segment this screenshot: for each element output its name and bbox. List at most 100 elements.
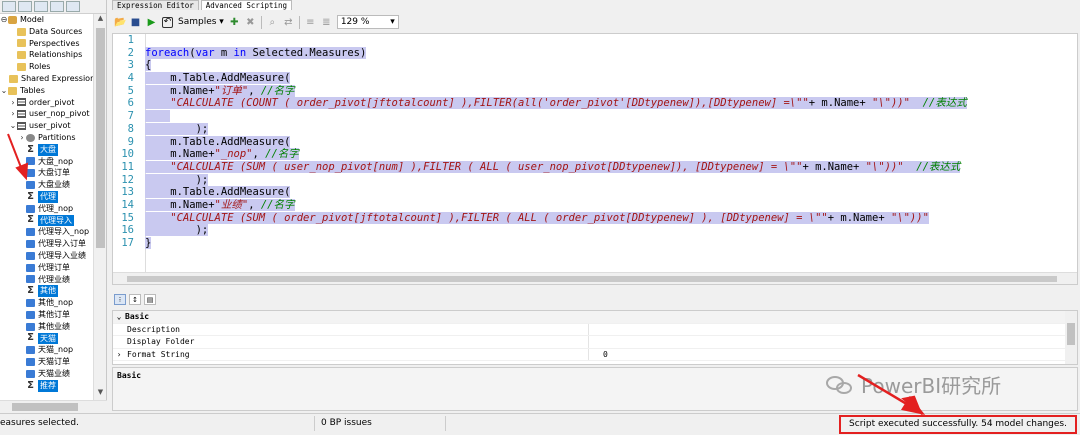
code-line[interactable]: "CALCULATE (COUNT ( order_pivot[jftotalc… [145, 97, 1077, 110]
tree-node[interactable]: ⌄ Tables [0, 85, 93, 97]
tree-node[interactable]: Σ 其他 [0, 285, 93, 298]
tree-node[interactable]: › Partitions [0, 132, 93, 144]
add-icon[interactable]: ✚ [229, 17, 240, 28]
code-line[interactable]: } [145, 237, 1077, 250]
uncomment-icon[interactable]: ≣ [321, 17, 332, 28]
property-pages-button[interactable]: ▤ [144, 293, 156, 305]
tab-advanced-scripting[interactable]: Advanced Scripting [200, 0, 293, 10]
tree-node[interactable]: Σ 推荐 [0, 379, 93, 392]
tree-node[interactable]: ⊖ Model [0, 14, 93, 26]
tree-node[interactable]: › order_pivot [0, 97, 93, 109]
comment-icon[interactable]: ≡ [305, 17, 316, 28]
replace-icon[interactable]: ⇄ [283, 17, 294, 28]
tree-node[interactable]: 天猫订单 [0, 356, 93, 368]
tree-node[interactable]: 代理订单 [0, 262, 93, 274]
code-line[interactable]: m.Table.AddMeasure( [145, 186, 1077, 199]
tab-expression-editor[interactable]: Expression Editor [112, 0, 199, 10]
bp-issues-status[interactable]: 0 BP issues [314, 416, 446, 431]
property-category[interactable]: ⌄ Basic [113, 311, 1077, 324]
tree-node[interactable]: Σ 大盘 [0, 143, 93, 156]
filter-button[interactable] [66, 1, 80, 12]
samples-dropdown[interactable]: Samples ▾ [178, 17, 224, 27]
code-area[interactable]: foreach(var m in Selected.Measures){ m.T… [145, 34, 1077, 284]
tree-node[interactable]: 代理导入订单 [0, 238, 93, 250]
code-line[interactable]: m.Name+"订单", //名字 [145, 84, 1077, 98]
tree-horizontal-scrollbar[interactable] [0, 400, 107, 412]
show-hidden-button[interactable] [2, 1, 16, 12]
tree-node[interactable]: 其他_nop [0, 297, 93, 309]
expander-icon[interactable]: ⌄ [0, 85, 8, 97]
tree-node[interactable]: 其他业绩 [0, 321, 93, 333]
tree-node[interactable]: Shared Expressions [0, 73, 93, 85]
expander-icon[interactable]: ⌄ [9, 120, 17, 132]
tree-node[interactable]: Perspectives [0, 38, 93, 50]
tree-node[interactable]: 代理导入业绩 [0, 250, 93, 262]
tree-node[interactable]: Σ 代理导入 [0, 214, 93, 227]
tree-node[interactable]: ⌄ user_pivot [0, 120, 93, 132]
code-line[interactable]: m.Table.AddMeasure( [145, 135, 1077, 149]
tree-node[interactable]: › user_nop_pivot [0, 108, 93, 120]
delete-icon[interactable]: ✖ [245, 17, 256, 28]
scroll-up-icon[interactable]: ▲ [94, 14, 107, 26]
save-icon[interactable]: ■ [130, 17, 141, 28]
show-columns-button[interactable] [50, 1, 64, 12]
search-icon[interactable]: ⌕ [267, 17, 278, 28]
open-file-icon[interactable]: 📂 [114, 17, 126, 28]
tree-node[interactable]: Roles [0, 61, 93, 73]
scroll-down-icon[interactable]: ▼ [94, 388, 107, 400]
code-line[interactable]: "CALCULATE (SUM ( user_nop_pivot[num] ),… [145, 160, 1077, 174]
show-folders-button[interactable] [18, 1, 32, 12]
tree-node[interactable]: 其他订单 [0, 309, 93, 321]
tree-node[interactable]: Data Sources [0, 26, 93, 38]
scroll-thumb[interactable] [12, 403, 78, 411]
code-line[interactable] [145, 110, 1077, 123]
code-line[interactable]: foreach(var m in Selected.Measures) [145, 46, 1077, 60]
expander-icon[interactable]: › [18, 132, 26, 144]
tree-node[interactable]: 代理_nop [0, 203, 93, 215]
code-line[interactable]: ); [145, 224, 1077, 237]
code-line[interactable]: { [145, 59, 1077, 72]
zoom-select[interactable]: 129 % ▾ [336, 15, 399, 29]
expand-icon[interactable]: › [113, 349, 125, 361]
tree-node[interactable]: 大盘_nop [0, 156, 93, 168]
property-value[interactable] [589, 336, 603, 348]
editor-horizontal-scrollbar[interactable] [113, 272, 1077, 284]
tree-node[interactable]: Σ 天猫 [0, 332, 93, 345]
tree-node[interactable]: 代理导入_nop [0, 226, 93, 238]
tree-node[interactable]: Relationships [0, 49, 93, 61]
collapse-icon[interactable]: ⌄ [113, 311, 125, 323]
tree-vertical-scrollbar[interactable]: ▲ ▼ [93, 14, 106, 400]
tree-node[interactable]: 大盘订单 [0, 167, 93, 179]
property-row[interactable]: Display Folder [113, 336, 1077, 349]
tree-node[interactable]: Σ 代理 [0, 190, 93, 203]
categorized-view-button[interactable]: ⁝ [114, 293, 126, 305]
code-line[interactable]: m.Table.AddMeasure( [145, 72, 1077, 85]
tree-node[interactable]: 代理业绩 [0, 274, 93, 286]
expander-icon[interactable]: › [9, 97, 17, 109]
property-value[interactable]: 0 [589, 349, 608, 361]
scroll-thumb[interactable] [1067, 323, 1075, 345]
scroll-thumb[interactable] [127, 276, 1057, 282]
show-measures-button[interactable] [34, 1, 48, 12]
property-value[interactable] [589, 324, 603, 336]
code-line[interactable]: m.Name+"业绩", //名字 [145, 198, 1077, 212]
table-icon [17, 122, 26, 131]
tree-node[interactable]: 大盘业绩 [0, 179, 93, 191]
property-grid-scrollbar[interactable] [1065, 311, 1077, 364]
expander-icon[interactable]: › [9, 108, 17, 120]
property-row[interactable]: › Format String 0 [113, 348, 1077, 361]
code-line[interactable]: m.Name+"_nop", //名字 [145, 148, 1077, 161]
tree-node[interactable]: 天猫业绩 [0, 368, 93, 380]
undo-icon[interactable]: ↶ [162, 16, 173, 28]
run-script-icon[interactable]: ▶ [146, 17, 157, 28]
alphabetical-view-button[interactable]: ↕ [129, 293, 141, 305]
tree-node[interactable]: 天猫_nop [0, 344, 93, 356]
code-line[interactable]: ); [145, 173, 1077, 187]
code-line[interactable]: ); [145, 122, 1077, 136]
expander-icon[interactable]: ⊖ [0, 14, 8, 26]
code-line[interactable]: "CALCULATE (SUM ( order_pivot[jftotalcou… [145, 211, 1077, 225]
code-line[interactable] [145, 34, 1077, 47]
scroll-thumb[interactable] [96, 28, 105, 248]
script-editor[interactable]: 1 2 3 4 5 6 7 8 9 10 11 12 13 14 15 16 17 foreach(var m … [112, 33, 1078, 285]
property-row[interactable]: Description [113, 323, 1077, 336]
